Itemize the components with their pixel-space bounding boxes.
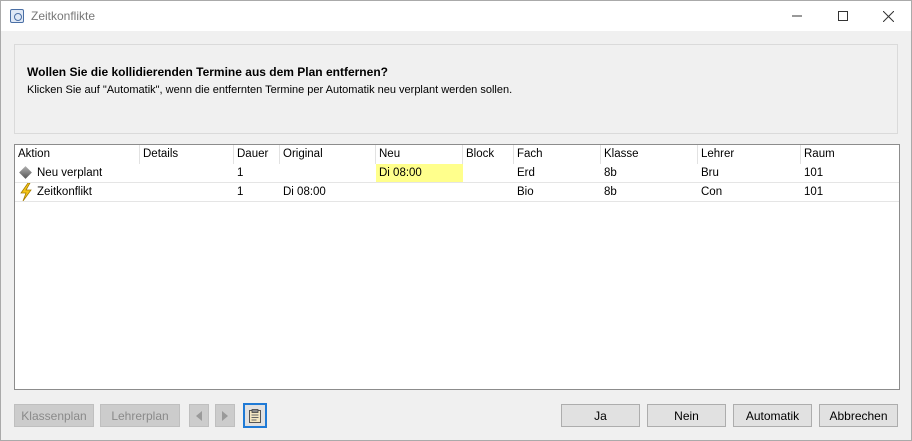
column-header-original[interactable]: Original [280,145,376,164]
column-header-block[interactable]: Block [463,145,514,164]
next-button[interactable] [215,404,235,427]
previous-button[interactable] [189,404,209,427]
minimize-icon [792,15,802,17]
app-icon [10,9,24,23]
lightning-icon [20,183,32,201]
triangle-right-icon [222,410,228,421]
cell-fach: Erd [517,167,535,179]
cell-dauer: 1 [237,186,244,198]
lehrerplan-button[interactable]: Lehrerplan [100,404,180,427]
table-header: Aktion Details Dauer Original Neu Block … [15,145,899,164]
table-row[interactable]: Zeitkonflikt 1 Di 08:00 Bio 8b Con 101 [15,183,899,202]
klassenplan-button[interactable]: Klassenplan [14,404,94,427]
abbrechen-button[interactable]: Abbrechen [819,404,898,427]
cell-block [463,183,514,201]
cell-original: Di 08:00 [283,186,326,198]
close-icon [882,10,894,22]
cell-neu: Di 08:00 [376,164,463,182]
conflicts-table[interactable]: Aktion Details Dauer Original Neu Block … [14,144,900,390]
cell-details [140,183,234,201]
column-header-neu[interactable]: Neu [376,145,463,164]
cell-neu [376,183,463,201]
cell-lehrer: Bru [701,167,719,179]
clipboard-icon [249,408,261,423]
column-header-details[interactable]: Details [140,145,234,164]
column-header-dauer[interactable]: Dauer [234,145,280,164]
window-title: Zeitkonflikte [31,9,96,23]
column-header-klasse[interactable]: Klasse [601,145,698,164]
clipboard-button[interactable] [243,403,267,428]
header-question: Wollen Sie die kollidierenden Termine au… [27,65,388,79]
cell-lehrer: Con [701,186,723,198]
column-header-lehrer[interactable]: Lehrer [698,145,801,164]
maximize-button[interactable] [820,1,866,31]
cell-aktion: Neu verplant [15,164,140,182]
header-hint: Klicken Sie auf "Automatik", wenn die en… [27,84,513,96]
diamond-icon [19,166,32,179]
cell-dauer: 1 [237,167,244,179]
column-header-fach[interactable]: Fach [514,145,601,164]
nein-button[interactable]: Nein [647,404,726,427]
dialog-window: Zeitkonflikte Wollen Sie die kollidieren… [0,0,912,441]
minimize-button[interactable] [774,1,820,31]
cell-klasse: 8b [604,186,617,198]
close-button[interactable] [865,1,911,31]
automatik-button[interactable]: Automatik [733,404,812,427]
table-row[interactable]: Neu verplant 1 Di 08:00 Erd 8b Bru 101 [15,164,899,183]
cell-klasse: 8b [604,167,617,179]
maximize-icon [838,11,848,21]
column-header-aktion[interactable]: Aktion [15,145,140,164]
title-bar: Zeitkonflikte [1,1,911,31]
cell-raum: 101 [804,167,824,179]
ja-button[interactable]: Ja [561,404,640,427]
cell-block [463,164,514,182]
column-header-raum[interactable]: Raum [801,145,899,164]
cell-fach: Bio [517,186,534,198]
cell-aktion: Zeitkonflikt [15,183,140,201]
cell-details [140,164,234,182]
cell-original [280,164,376,182]
header-panel: Wollen Sie die kollidierenden Termine au… [14,44,898,134]
cell-raum: 101 [804,186,824,198]
triangle-left-icon [196,410,202,421]
